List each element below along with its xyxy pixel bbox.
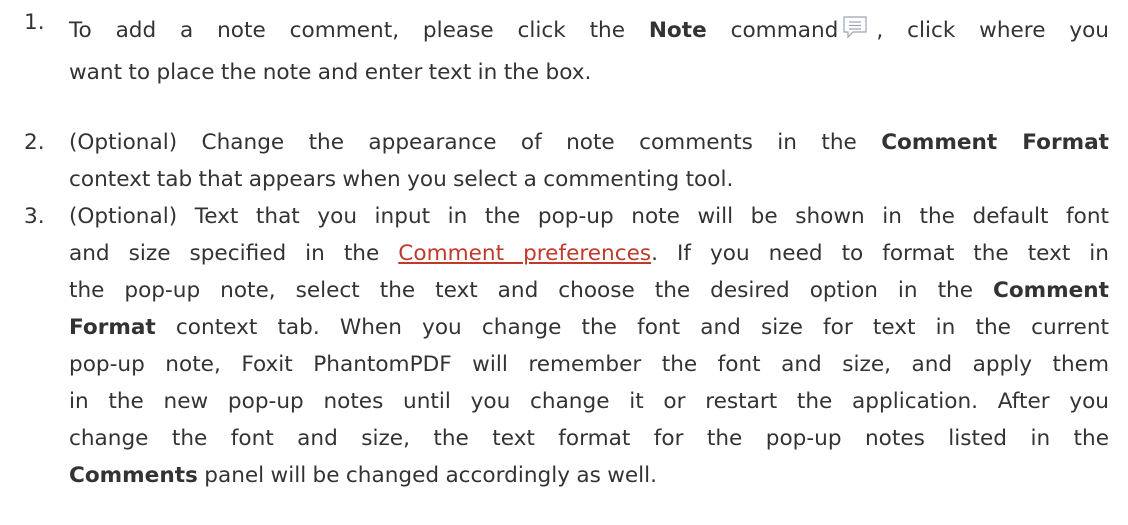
comment-format-label: Comment — [992, 278, 1109, 303]
document-page: 1. To add a note comment, please click t… — [0, 0, 1128, 525]
comment-format-label: Format — [69, 315, 156, 340]
list-number: 2. — [24, 130, 45, 155]
list-item-text: (Optional) Text that you input in the po… — [69, 204, 1109, 488]
comments-panel-label: Comments — [69, 463, 198, 488]
comment-preferences-link[interactable]: Comment preferences — [398, 241, 651, 266]
list-item-text: To add a note comment, please click the … — [69, 4, 1109, 88]
list-item-text: (Optional) Change the appearance of note… — [69, 130, 1109, 192]
note-command-label: Note — [648, 18, 707, 43]
comment-format-label: Comment Format — [881, 130, 1109, 155]
list-number: 1. — [24, 10, 45, 35]
list-number: 3. — [24, 204, 45, 229]
note-icon — [843, 16, 867, 39]
